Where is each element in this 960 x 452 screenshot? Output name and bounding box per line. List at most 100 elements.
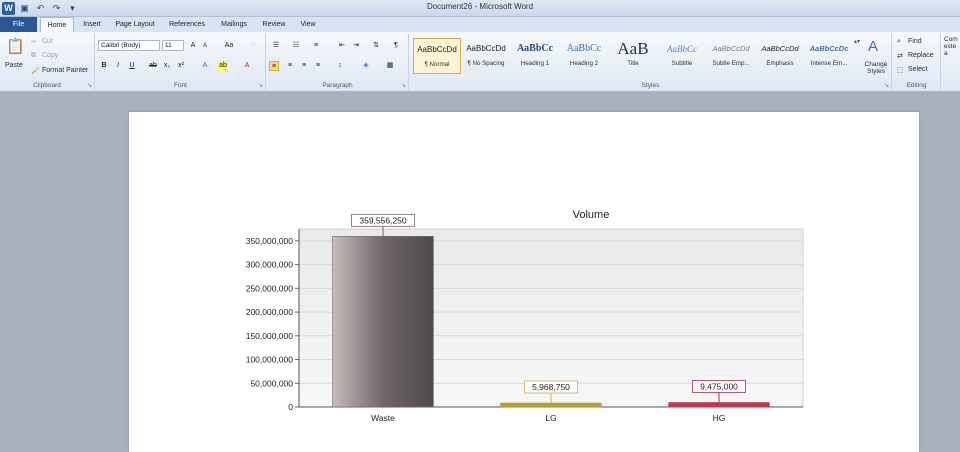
style-no-spacing[interactable]: AaBbCcDd ¶ No Spacing [462,38,510,74]
grow-font-icon[interactable]: A [188,41,198,51]
font-name-box[interactable]: Calibri (Body) [98,40,160,51]
tab-references[interactable]: References [164,17,210,32]
style-heading-2[interactable]: AaBbCc Heading 2 [560,38,608,74]
format-painter-button[interactable]: Format Painter [42,67,88,74]
y-tick-label: 200,000,000 [246,307,294,317]
find-button[interactable]: Find [908,38,922,45]
tab-view[interactable]: View [294,17,322,32]
bullets-icon[interactable]: ☰ [271,41,281,51]
tab-insert[interactable]: Insert [78,17,106,32]
style-name: Title [627,60,639,67]
style-sample: AaBbCcDd [466,44,506,53]
increase-indent-icon[interactable]: ⇥ [351,41,361,51]
change-case-icon[interactable]: Aa [224,41,234,51]
clipboard-launcher-icon[interactable]: ↘ [87,82,92,89]
style-name: Subtitle [671,60,693,67]
font-group: Calibri (Body) 11 A A Aa ◌ B I U ab x₂ x… [96,34,266,90]
data-label: 359,556,250 [359,215,407,225]
replace-button[interactable]: Replace [908,52,934,59]
volume-chart[interactable]: Volume 0 50,000,000 100,000,000 150,000,000 2… [129,112,919,452]
y-tick-label: 350,000,000 [246,236,294,246]
paste-button[interactable]: Paste [5,62,23,69]
bold-icon[interactable]: B [99,61,109,71]
style-name: ¶ Normal [424,61,450,68]
show-marks-icon[interactable]: ¶ [391,41,401,51]
tab-file[interactable]: File [0,17,37,32]
style-subtle-emphasis[interactable]: AaBbCcDd Subtle Emp... [707,38,755,74]
x-tick-label: Waste [371,413,395,423]
style-name: Heading 1 [520,60,550,67]
font-color-icon[interactable]: A [242,61,252,71]
underline-icon[interactable]: U [127,61,137,71]
format-painter-icon[interactable]: 🖌 [31,67,40,75]
clear-formatting-icon[interactable]: ◌ [248,41,258,51]
cut-icon[interactable]: ✂ [31,38,37,46]
shading-icon[interactable]: ◈ [361,61,371,71]
font-launcher-icon[interactable]: ↘ [258,82,263,89]
italic-icon[interactable]: I [113,61,123,71]
style-sample: AaBbCcDc [809,44,849,53]
font-size-box[interactable]: 11 [162,40,184,51]
change-styles-icon[interactable]: A [868,38,878,55]
clipboard-group-label: Clipboard [33,82,61,89]
style-emphasis[interactable]: AaBbCcDd Emphasis [756,38,804,74]
borders-icon[interactable]: ▦ [385,61,395,71]
styles-launcher-icon[interactable]: ↘ [884,82,889,89]
strikethrough-icon[interactable]: ab [148,61,158,71]
tab-review[interactable]: Review [258,17,290,32]
editing-group: ⌕ Find ⇄ Replace ⬚ Select Editing [893,34,941,90]
multilevel-list-icon[interactable]: ≡ [311,41,321,51]
numbering-icon[interactable]: ☷ [291,41,301,51]
line-spacing-icon[interactable]: ↕ [335,61,345,71]
styles-scroll-icon[interactable]: ▴▾ [854,38,860,45]
y-tick-label: 50,000,000 [250,378,293,388]
y-tick-label: 0 [288,402,293,412]
title-bar: W ▣ ↶ ↷ ▾ Document26 - Microsoft Word [0,0,960,17]
justify-icon[interactable]: ≡ [313,61,323,71]
ribbon-tabs: File Home Insert Page Layout References … [0,17,960,33]
document-page[interactable]: Volume 0 50,000,000 100,000,000 150,000,000 2… [129,112,919,452]
change-styles-button[interactable]: Change Styles [862,61,890,75]
text-effects-icon[interactable]: A [200,61,210,71]
style-normal[interactable]: AaBbCcDd ¶ Normal [413,38,461,74]
find-icon[interactable]: ⌕ [897,38,901,46]
style-sample: AaBbCcDd [761,44,799,53]
align-left-icon[interactable]: ≡ [269,61,279,71]
cut-button[interactable]: Cut [42,38,53,45]
style-heading-1[interactable]: AaBbCc Heading 1 [511,38,559,74]
highlight-icon[interactable]: ab [218,61,228,71]
editing-group-label: Editing [906,82,927,89]
style-subtitle[interactable]: AaBbCc Subtitle [658,38,706,74]
style-sample: AaBbCc [667,44,697,54]
replace-icon[interactable]: ⇄ [897,52,903,60]
superscript-icon[interactable]: x² [176,61,186,71]
decrease-indent-icon[interactable]: ⇤ [337,41,347,51]
x-tick-label: HG [713,413,726,423]
paragraph-launcher-icon[interactable]: ↘ [401,82,406,89]
copy-button[interactable]: Copy [42,52,58,59]
style-intense-emphasis[interactable]: AaBbCcDc Intense Em... [805,38,853,74]
tab-home[interactable]: Home [40,17,74,33]
tab-mailings[interactable]: Mailings [214,17,254,32]
select-icon[interactable]: ⬚ [897,66,904,74]
extra-command-button[interactable]: Com este a [944,36,960,57]
shrink-font-icon[interactable]: A [200,41,210,51]
sort-icon[interactable]: ⇅ [371,41,381,51]
align-right-icon[interactable]: ≡ [299,61,309,71]
window-title: Document26 - Microsoft Word [426,2,534,11]
subscript-icon[interactable]: x₂ [162,61,172,71]
align-center-icon[interactable]: ≡ [285,61,295,71]
style-name: Emphasis [766,60,794,67]
paste-icon[interactable]: 📋 [6,37,25,55]
y-tick-label: 300,000,000 [246,260,294,270]
chart-title: Volume [573,209,610,221]
font-group-label: Font [173,82,187,89]
y-tick-label: 100,000,000 [246,355,294,365]
select-button[interactable]: Select [908,66,927,73]
tab-page-layout[interactable]: Page Layout [110,17,160,32]
data-label: 9,475,000 [700,382,738,392]
y-tick-label: 150,000,000 [246,331,294,341]
clipboard-group: 📋 Paste ✂ Cut ⧉ Copy 🖌 Format Painter Cl… [0,34,95,90]
style-title[interactable]: AaB Title [609,38,657,74]
copy-icon[interactable]: ⧉ [31,52,36,60]
